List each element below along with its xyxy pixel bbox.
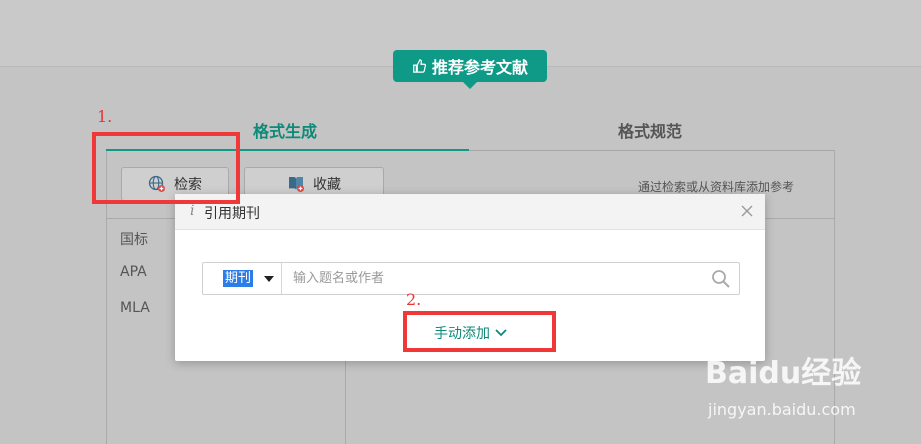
tab-format-generate[interactable]: 格式生成 (253, 118, 317, 142)
sidebar-item-gb[interactable]: 国标 (120, 229, 148, 249)
step-2-highlight (403, 311, 556, 352)
close-icon[interactable] (739, 203, 755, 219)
badge-pointer (463, 82, 477, 89)
recommend-references-button[interactable]: 推荐参考文献 (393, 50, 547, 89)
step-2-label: 2. (406, 290, 422, 309)
favorites-button-label: 收藏 (313, 177, 341, 193)
caret-down-icon (264, 276, 274, 282)
sidebar-item-mla[interactable]: MLA (120, 300, 150, 316)
title-author-search-input[interactable] (293, 263, 703, 294)
info-icon: i (190, 203, 195, 219)
reference-search-bar: 期刊 (202, 262, 740, 295)
step-1-highlight (92, 132, 240, 204)
tab-format-spec[interactable]: 格式规范 (618, 118, 682, 142)
dialog-header: i 引用期刊 (175, 194, 765, 230)
sidebar-item-apa[interactable]: APA (120, 264, 147, 280)
search-icon[interactable] (711, 269, 731, 289)
thumbs-up-icon (413, 59, 426, 73)
watermark-url: jingyan.baidu.com (708, 400, 856, 419)
source-type-value: 期刊 (223, 270, 254, 287)
recommend-label: 推荐参考文献 (431, 58, 528, 77)
watermark-logo: Baidu经验 (705, 356, 862, 391)
source-type-select[interactable]: 期刊 (203, 263, 282, 294)
book-plus-icon (289, 177, 304, 192)
add-reference-hint: 通过检索或从资料库添加参考 (638, 180, 795, 194)
dialog-title: 引用期刊 (204, 206, 260, 222)
step-1-label: 1. (97, 107, 113, 126)
